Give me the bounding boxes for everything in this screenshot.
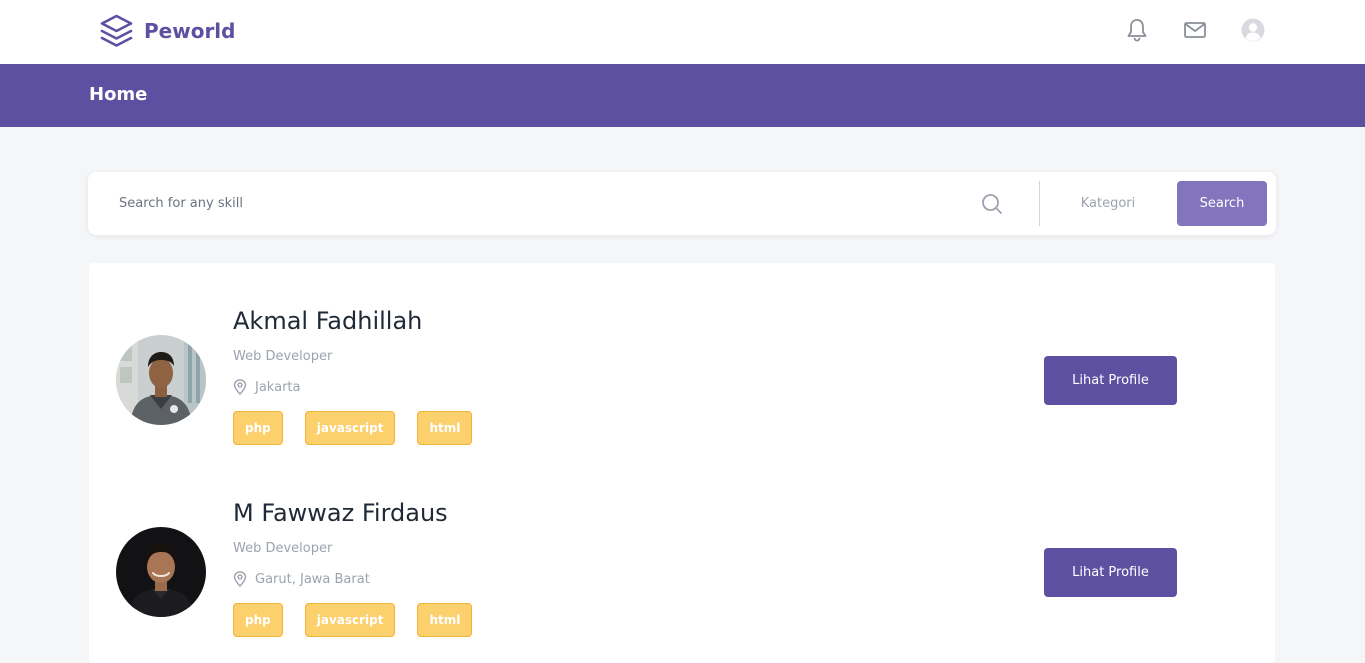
page-header: Home	[0, 64, 1365, 127]
top-navbar: Peworld	[0, 0, 1365, 64]
notification-button[interactable]	[1124, 17, 1150, 43]
page-title: Home	[89, 84, 148, 105]
talent-card: Akmal Fadhillah Web Developer Jakarta ph…	[89, 307, 1275, 457]
map-pin-icon	[233, 571, 247, 587]
skill-list: php javascript html	[233, 411, 473, 445]
skill-badge: javascript	[304, 411, 396, 445]
talent-job: Web Developer	[233, 541, 333, 556]
talent-name: M Fawwaz Firdaus	[233, 499, 448, 527]
user-avatar-icon	[1241, 18, 1265, 42]
talent-avatar	[116, 335, 206, 425]
talent-list: Akmal Fadhillah Web Developer Jakarta ph…	[89, 263, 1275, 663]
skill-badge: html	[417, 603, 473, 637]
bell-icon	[1127, 19, 1147, 42]
brand-logo[interactable]: Peworld	[99, 13, 235, 49]
skill-badge: html	[417, 411, 473, 445]
search-icon[interactable]	[981, 193, 1003, 215]
talent-avatar	[116, 527, 206, 617]
search-divider	[1039, 181, 1040, 226]
search-button[interactable]: Search	[1177, 181, 1267, 226]
view-profile-button[interactable]: Lihat Profile	[1044, 356, 1177, 405]
skill-badge: javascript	[304, 603, 396, 637]
talent-location: Jakarta	[233, 378, 300, 396]
talent-photo	[116, 335, 206, 425]
messages-button[interactable]	[1182, 17, 1208, 43]
user-menu-button[interactable]	[1240, 17, 1266, 43]
talent-job: Web Developer	[233, 349, 333, 364]
talent-location-text: Garut, Jawa Barat	[255, 571, 370, 587]
talent-location-text: Jakarta	[255, 379, 301, 395]
skill-badge: php	[233, 603, 283, 637]
talent-photo	[116, 527, 206, 617]
search-bar: Kategori Search	[88, 172, 1276, 235]
talent-location: Garut, Jawa Barat	[233, 570, 370, 588]
view-profile-button[interactable]: Lihat Profile	[1044, 548, 1177, 597]
map-pin-icon	[233, 379, 247, 395]
talent-card: M Fawwaz Firdaus Web Developer Garut, Ja…	[89, 499, 1275, 649]
skill-badge: php	[233, 411, 283, 445]
search-input[interactable]	[100, 182, 970, 225]
brand-name: Peworld	[144, 19, 236, 43]
skill-list: php javascript html	[233, 603, 473, 637]
category-select[interactable]: Kategori	[1056, 181, 1160, 226]
talent-name: Akmal Fadhillah	[233, 307, 423, 335]
layers-icon	[100, 14, 133, 47]
mail-icon	[1184, 22, 1206, 38]
